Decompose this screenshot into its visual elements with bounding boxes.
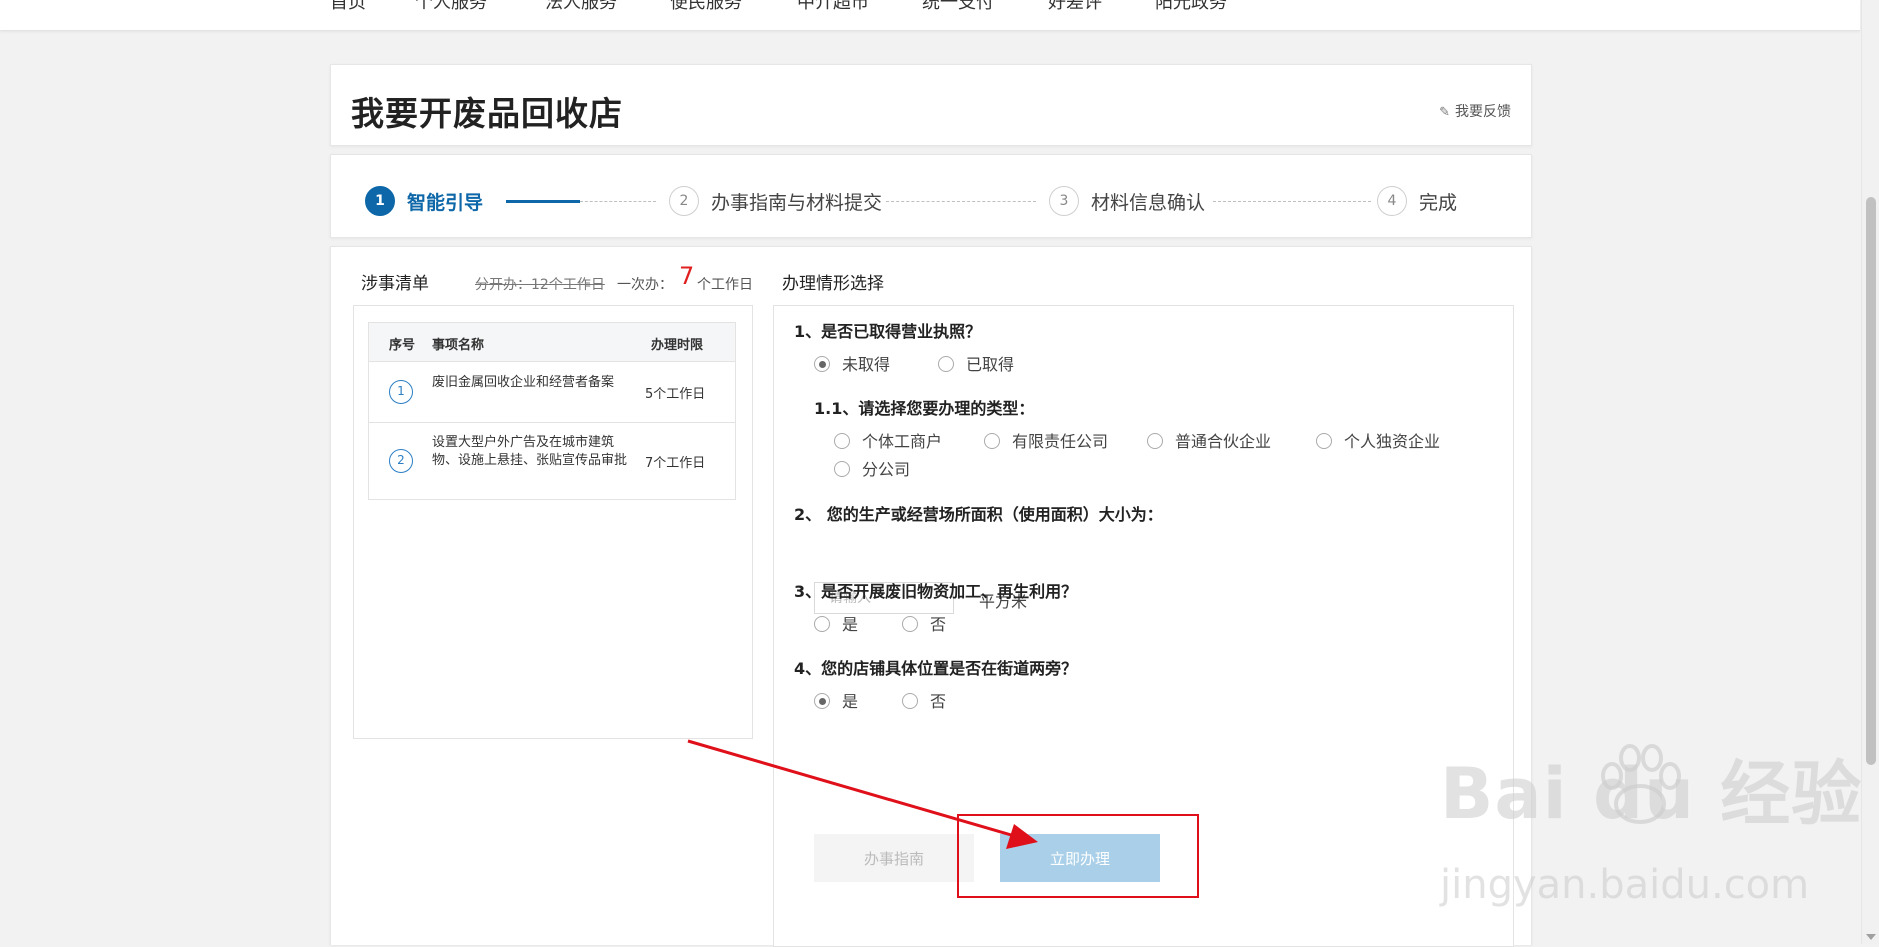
watermark-url: jingyan.baidu.com [1440, 862, 1810, 908]
annotation-highlight-box [957, 814, 1199, 898]
watermark-text: Bai du 经验 [1440, 753, 1863, 835]
scrollbar-thumb[interactable] [1866, 197, 1876, 765]
page-scrollbar[interactable] [1861, 0, 1879, 944]
scroll-down-arrow-icon[interactable] [1866, 934, 1876, 940]
